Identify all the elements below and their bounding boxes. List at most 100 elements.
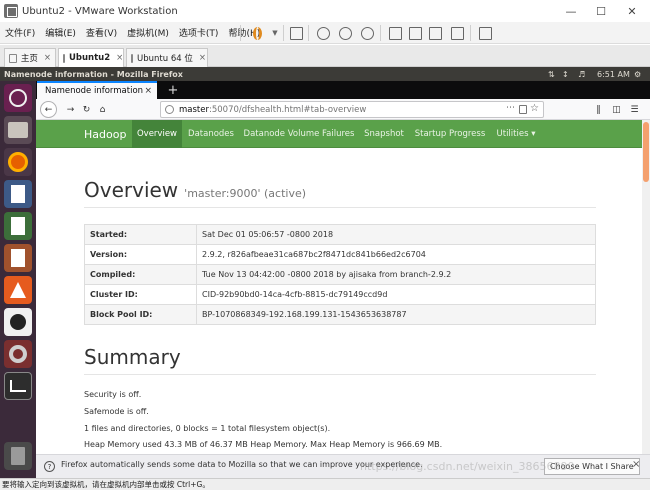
table-row: Version: 2.9.2, r826afbeae31ca687bc2f847… [84, 244, 596, 265]
nav-volume-failures[interactable]: Datanode Volume Failures [240, 120, 358, 148]
console-view-icon[interactable] [476, 24, 494, 42]
new-tab-icon[interactable]: + [164, 81, 182, 99]
menu-edit[interactable]: 编辑(E) [40, 26, 81, 39]
clock[interactable]: 6:51 AM [597, 67, 630, 81]
toolbar-divider [283, 25, 284, 41]
watermark: https://blog.csdn.net/weixin_38656890 [360, 460, 575, 473]
back-icon[interactable]: ← [40, 101, 57, 118]
menu-icon[interactable]: ☰ [626, 101, 643, 118]
calc-icon[interactable] [4, 212, 32, 240]
writer-icon[interactable] [4, 180, 32, 208]
tab-ubuntu-64[interactable]: Ubuntu 64 位 × [126, 48, 208, 67]
maximize-icon[interactable]: ☐ [586, 0, 616, 22]
keyboard-icon[interactable]: ⇅ [548, 67, 555, 81]
close-icon[interactable]: × [44, 53, 51, 63]
row-value: BP-1070868349-192.168.199.131-1543653638… [196, 304, 596, 325]
menu-file[interactable]: 文件(F) [0, 26, 40, 39]
trash-icon[interactable] [4, 442, 32, 470]
bookmark-star-icon[interactable]: ☆ [530, 103, 539, 114]
close-tab-icon[interactable]: × [144, 86, 152, 96]
terminal-icon[interactable] [4, 372, 32, 400]
summary-line: 1 files and directories, 0 blocks = 1 to… [84, 424, 331, 433]
site-info-icon[interactable] [165, 105, 174, 114]
volume-icon[interactable]: ♬ [578, 67, 585, 81]
firefox-tab-strip: Namenode information × + [36, 81, 650, 99]
close-icon[interactable]: ✕ [617, 0, 647, 22]
pause-icon[interactable] [248, 24, 266, 42]
home-icon [9, 53, 17, 63]
hadoop-brand[interactable]: Hadoop [84, 120, 126, 148]
url-host: master [179, 104, 209, 115]
sidebar-icon[interactable]: ◫ [608, 101, 625, 118]
page-actions-icon[interactable]: ⋯ [506, 103, 515, 113]
overview-table: Started: Sat Dec 01 05:06:57 -0800 2018 … [84, 224, 596, 325]
toolbar-divider [380, 25, 381, 41]
nav-datanodes[interactable]: Datanodes [182, 120, 240, 148]
vmware-title-bar: Ubuntu2 - VMware Workstation — ☐ ✕ [0, 0, 650, 22]
power-gear-icon[interactable]: ⚙ [634, 67, 641, 81]
tab-title: Namenode information [45, 86, 144, 96]
vm-icon [63, 53, 65, 63]
settings-icon[interactable] [4, 340, 32, 368]
url-bar[interactable]: master:50070/dfshealth.html#tab-overview… [160, 101, 544, 118]
table-row: Started: Sat Dec 01 05:06:57 -0800 2018 [84, 224, 596, 245]
window-title: Namenode information - Mozilla Firefox [4, 69, 183, 79]
toolbar-divider [240, 25, 241, 41]
snapshot-icon[interactable] [314, 24, 332, 42]
software-center-icon[interactable] [4, 276, 32, 304]
summary-line: Heap Memory used 43.3 MB of 46.37 MB Hea… [84, 440, 443, 449]
menu-tabs[interactable]: 选项卡(T) [174, 26, 224, 39]
firefox-icon[interactable] [4, 148, 32, 176]
pocket-icon[interactable] [519, 105, 527, 114]
thumbnail-bar-icon[interactable] [406, 24, 424, 42]
fullscreen-icon[interactable] [426, 24, 444, 42]
nav-utilities[interactable]: Utilities ▾ [490, 120, 542, 148]
table-row: Compiled: Tue Nov 13 04:42:00 -0800 2018… [84, 264, 596, 285]
vmware-window-title: Ubuntu2 - VMware Workstation [22, 5, 178, 17]
help-icon: ? [44, 461, 55, 472]
row-value: Tue Nov 13 04:42:00 -0800 2018 by ajisak… [196, 264, 596, 285]
table-row: Block Pool ID: BP-1070868349-192.168.199… [84, 304, 596, 325]
reload-icon[interactable]: ↻ [78, 101, 95, 118]
vmware-status-bar: 要将输入定向到该虚拟机，请在虚拟机内部单击或按 Ctrl+G。 [0, 478, 650, 490]
scrollbar-thumb[interactable] [643, 122, 649, 182]
firefox-nav-bar: ← → ↻ ⌂ master:50070/dfshealth.html#tab-… [36, 99, 650, 120]
impress-icon[interactable] [4, 244, 32, 272]
library-icon[interactable]: ‖ [590, 101, 607, 118]
ubuntu-top-panel: Namenode information - Mozilla Firefox ⇅… [0, 67, 650, 81]
nav-overview[interactable]: Overview [132, 120, 182, 148]
url-path: :50070/dfshealth.html#tab-overview [208, 104, 367, 115]
nav-startup-progress[interactable]: Startup Progress [410, 120, 490, 148]
chevron-down-icon[interactable]: ▼ [266, 24, 284, 42]
forward-icon[interactable]: → [62, 101, 79, 118]
nav-snapshot[interactable]: Snapshot [358, 120, 410, 148]
firefox-tab-namenode[interactable]: Namenode information × [37, 81, 157, 99]
row-value: Sat Dec 01 05:06:57 -0800 2018 [196, 224, 596, 245]
screen: Ubuntu2 - VMware Workstation — ☐ ✕ 文件(F)… [0, 0, 650, 490]
toolbar-divider [470, 25, 471, 41]
close-icon[interactable]: × [632, 459, 640, 470]
row-key: Started: [84, 224, 197, 245]
snapshot-manager-icon[interactable] [358, 24, 376, 42]
amazon-icon[interactable] [4, 308, 32, 336]
toolbar-divider [308, 25, 309, 41]
sidebar-toggle-icon[interactable] [386, 24, 404, 42]
minimize-icon[interactable]: — [556, 0, 586, 22]
tab-ubuntu2[interactable]: Ubuntu2 × [58, 48, 124, 67]
hadoop-navbar: Hadoop Overview Datanodes Datanode Volum… [36, 120, 642, 148]
menu-view[interactable]: 查看(V) [81, 26, 122, 39]
tab-label: 主页 [20, 54, 38, 64]
send-keys-icon[interactable] [287, 24, 305, 42]
close-icon[interactable]: × [199, 53, 206, 63]
ubuntu-dash-icon[interactable] [4, 84, 32, 112]
page-scrollbar[interactable] [642, 120, 650, 454]
unity-icon[interactable] [448, 24, 466, 42]
network-icon[interactable]: ↕ [562, 67, 569, 81]
revert-snapshot-icon[interactable] [336, 24, 354, 42]
menu-vm[interactable]: 虚拟机(M) [122, 26, 174, 39]
overview-heading: Overview 'master:9000' (active) [84, 178, 306, 202]
close-icon[interactable]: × [116, 53, 123, 63]
files-icon[interactable] [4, 116, 32, 144]
home-icon[interactable]: ⌂ [94, 101, 111, 118]
tab-home[interactable]: 主页 × [4, 48, 56, 67]
